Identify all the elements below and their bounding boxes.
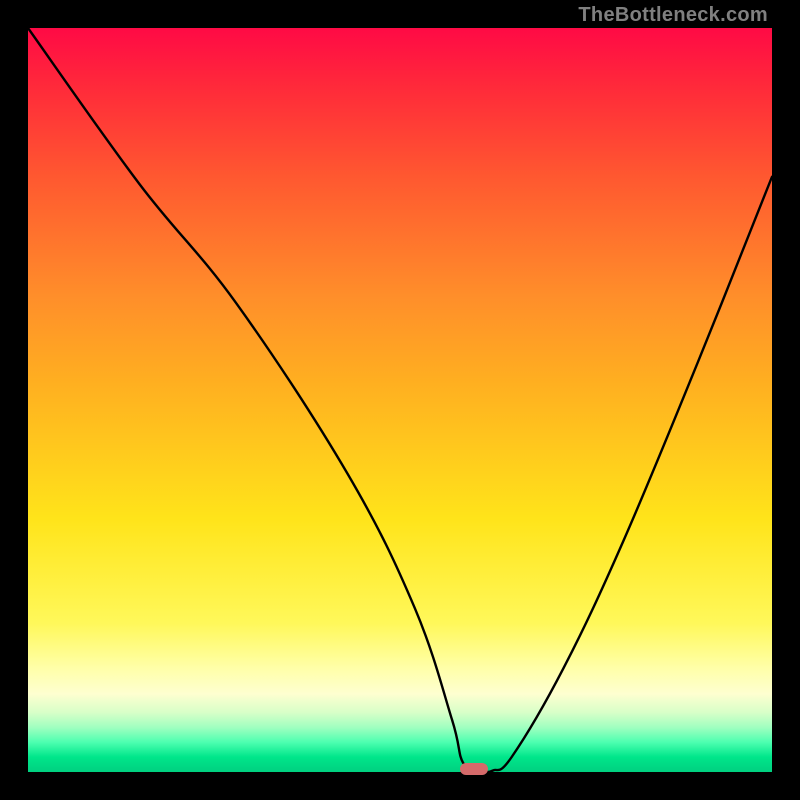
optimal-marker bbox=[460, 763, 488, 775]
watermark-text: TheBottleneck.com bbox=[578, 4, 768, 27]
bottleneck-curve bbox=[28, 28, 772, 772]
chart-container: TheBottleneck.com bbox=[0, 0, 800, 800]
plot-area bbox=[28, 28, 772, 772]
